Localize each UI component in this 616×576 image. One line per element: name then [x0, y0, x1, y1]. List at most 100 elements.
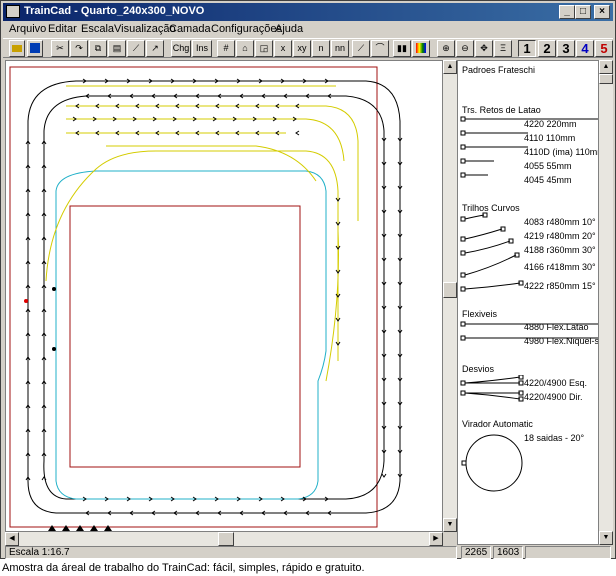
track-item[interactable]: 4220 220mm: [524, 119, 577, 129]
layer-1-button[interactable]: 1: [518, 40, 536, 57]
scroll-down-button[interactable]: ▼: [443, 518, 457, 532]
color-icon: [416, 43, 426, 53]
direction-arrow: [295, 130, 300, 136]
menu-arquivo[interactable]: Arquivo: [9, 23, 46, 35]
corner-icon: ◲: [259, 43, 269, 53]
color-button[interactable]: [412, 40, 430, 57]
menu-camada[interactable]: Camada: [169, 23, 211, 35]
direction-arrows: [25, 78, 403, 516]
board-border: [9, 66, 378, 528]
zoom-extents-button[interactable]: Ξ: [494, 40, 512, 57]
zoom-in-icon: ⊕: [442, 43, 450, 53]
corner-button[interactable]: ◲: [255, 40, 273, 57]
canvas-horizontal-scrollbar[interactable]: ◀ ▶: [5, 532, 443, 546]
track-item[interactable]: 4083 r480mm 10°: [524, 217, 596, 227]
scale-readout: Escala 1:16.7: [5, 546, 457, 559]
scroll-thumb[interactable]: [599, 74, 613, 84]
draw-icon: ⟋: [132, 43, 140, 53]
scroll-left-button[interactable]: ◀: [5, 532, 19, 546]
paste-button[interactable]: ▤: [108, 40, 126, 57]
panel-vertical-scrollbar[interactable]: ▲ ▼: [599, 60, 613, 545]
draw-button[interactable]: ⟋: [127, 40, 145, 57]
tunnel-button[interactable]: ▮▮: [393, 40, 411, 57]
pan-button[interactable]: ✥: [475, 40, 493, 57]
x-button[interactable]: x: [274, 40, 292, 57]
toolbar: ✂ ↷ ⧉ ▤ ⟋ ↗ Chg Ins # ⌂ ◲ x xy n nn ⟋ ⌒ …: [3, 38, 613, 58]
layer-3-button[interactable]: 3: [557, 40, 575, 57]
close-button[interactable]: ×: [594, 5, 610, 19]
menu-editar[interactable]: Editar: [48, 23, 77, 35]
grid-button[interactable]: #: [217, 40, 235, 57]
menu-visualizacao[interactable]: Visualização: [114, 23, 176, 35]
track-item[interactable]: 4166 r418mm 30°: [524, 262, 596, 272]
shape-button[interactable]: ⌂: [236, 40, 254, 57]
arrow-icon: ↗: [151, 43, 159, 53]
layer-2-button[interactable]: 2: [538, 40, 556, 57]
tunnel-icon: ▮▮: [397, 43, 407, 53]
app-window: TrainCad - Quarto_240x300_NOVO _ □ × Arq…: [0, 0, 616, 559]
title-bar[interactable]: TrainCad - Quarto_240x300_NOVO _ □ ×: [3, 3, 613, 21]
track-item[interactable]: 4110D (ima) 110mm: [524, 147, 598, 157]
scroll-up-button[interactable]: ▲: [443, 60, 457, 74]
yellow-siding-2: [66, 118, 345, 162]
track-item[interactable]: 4219 r480mm 20°: [524, 231, 596, 241]
zoom-in-button[interactable]: ⊕: [437, 40, 455, 57]
scroll-thumb[interactable]: [443, 282, 457, 298]
minimize-button[interactable]: _: [559, 5, 575, 19]
copy-button[interactable]: ⧉: [89, 40, 107, 57]
drawing-canvas[interactable]: [5, 60, 443, 537]
arrow-button[interactable]: ↗: [146, 40, 164, 57]
layer-4-button[interactable]: 4: [576, 40, 594, 57]
track-item[interactable]: 4220/4900 Esq.: [524, 378, 587, 388]
track-item[interactable]: 4980 Flex.Niquel-sil: [524, 336, 598, 346]
track-item[interactable]: 4188 r360mm 30°: [524, 245, 596, 255]
track-item[interactable]: 4880 Flex.Latao: [524, 322, 589, 332]
menu-bar: Arquivo Editar Escala Visualização Camad…: [3, 22, 613, 38]
insert-button[interactable]: Ins: [192, 40, 212, 57]
section-heading: Flexiveis: [462, 309, 498, 319]
app-icon: [6, 5, 20, 18]
open-button[interactable]: [9, 40, 25, 57]
canvas-vertical-scrollbar[interactable]: ▲ ▼: [443, 60, 457, 532]
folder-icon: [12, 45, 22, 52]
cut-button[interactable]: ✂: [51, 40, 69, 57]
scroll-up-button[interactable]: ▲: [599, 60, 613, 74]
menu-ajuda[interactable]: Ajuda: [275, 23, 303, 35]
move-button[interactable]: ↷: [70, 40, 88, 57]
section-heading: Desvios: [462, 364, 495, 374]
yellow-siding-1: [66, 105, 359, 221]
track-item[interactable]: 18 saidas - 20°: [524, 433, 584, 443]
save-button[interactable]: [27, 40, 43, 57]
arrow-down-icon: ▼: [602, 534, 610, 541]
save-icon: [30, 43, 40, 53]
menu-escala[interactable]: Escala: [81, 23, 114, 35]
zoom-out-button[interactable]: ⊖: [456, 40, 474, 57]
nn-button[interactable]: nn: [331, 40, 349, 57]
n-button[interactable]: n: [312, 40, 330, 57]
change-button[interactable]: Chg: [171, 40, 191, 57]
layer-5-button[interactable]: 5: [595, 40, 613, 57]
maximize-button[interactable]: □: [575, 5, 591, 19]
curve-button[interactable]: ⌒: [371, 40, 389, 57]
scroll-right-button[interactable]: ▶: [429, 532, 443, 546]
track-item[interactable]: 4222 r850mm 15°: [524, 281, 596, 291]
turnout-marker: [76, 525, 84, 537]
paste-icon: ▤: [112, 43, 122, 53]
line-button[interactable]: ⟋: [352, 40, 370, 57]
track-layout[interactable]: [6, 61, 442, 537]
arrow-right-icon: ▶: [433, 535, 439, 542]
track-item[interactable]: 4110 110mm: [524, 133, 575, 143]
track-item[interactable]: 4220/4900 Dir.: [524, 392, 583, 402]
track-item[interactable]: 4045 45mm: [524, 175, 572, 185]
scroll-down-button[interactable]: ▼: [599, 531, 613, 545]
status-field-empty: [525, 546, 611, 559]
node-marker: [52, 347, 56, 351]
selection-marker: [24, 299, 28, 303]
node-marker: [52, 287, 56, 291]
arrow-up-icon: ▲: [602, 63, 610, 70]
xy-button[interactable]: xy: [293, 40, 311, 57]
track-item[interactable]: 4055 55mm: [524, 161, 572, 171]
menu-configuracoes[interactable]: Configurações: [211, 23, 282, 35]
move-icon: ↷: [75, 43, 83, 53]
scroll-thumb[interactable]: [218, 532, 234, 546]
